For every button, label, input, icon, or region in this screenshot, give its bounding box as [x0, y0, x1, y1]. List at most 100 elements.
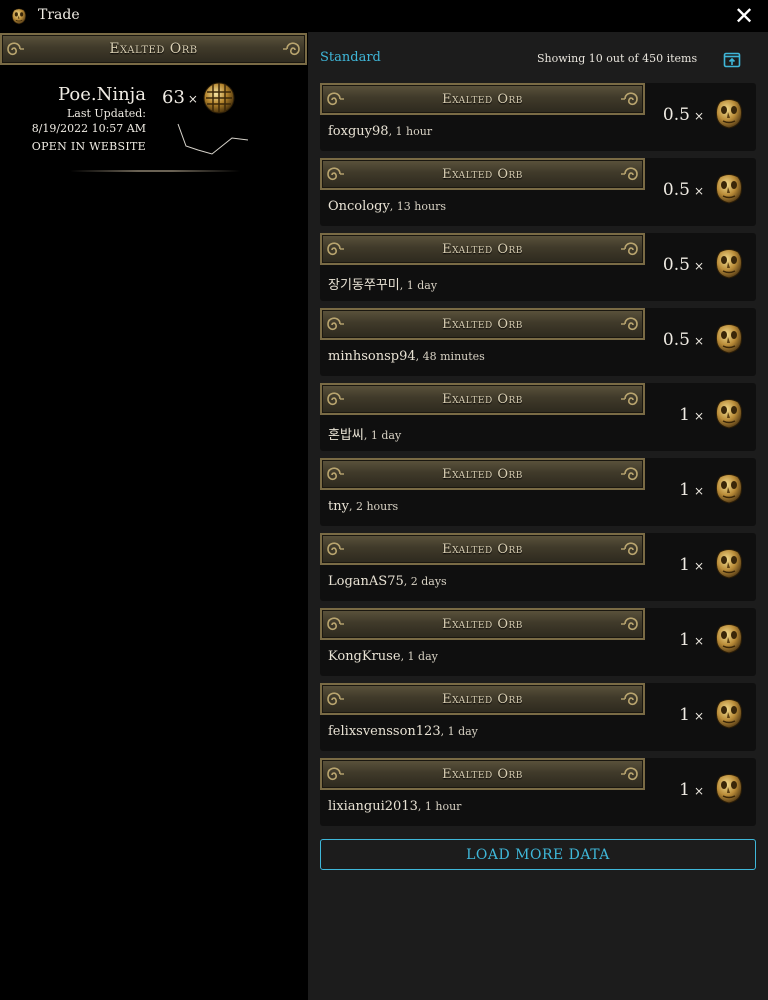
- amount-suffix: ×: [693, 634, 704, 648]
- listing-age: , 1 day: [363, 429, 402, 442]
- ornament-left-icon: [324, 689, 344, 709]
- right-panel: Standard Showing 10 out of 450 items Exa…: [308, 32, 768, 1000]
- open-in-website-link[interactable]: OPEN IN WEBSITE: [0, 140, 146, 153]
- listing-age: , 48 minutes: [415, 350, 485, 363]
- listing-item-name: Exalted Orb: [442, 541, 523, 557]
- listing-row[interactable]: Exalted Orb lixiangui2013, 1 hour 1 ×: [320, 758, 756, 826]
- amount-suffix: ×: [693, 484, 704, 498]
- listing-seller: 장기동쭈꾸미, 1 day: [328, 274, 437, 293]
- league-selector[interactable]: Standard: [320, 50, 381, 65]
- seller-name: LoganAS75: [328, 574, 404, 589]
- listing-seller: tny, 2 hours: [328, 499, 398, 514]
- listing-amount: 1 ×: [679, 780, 704, 800]
- ornament-right-icon: [621, 89, 641, 109]
- amount-suffix: ×: [693, 559, 704, 573]
- listing-item-banner: Exalted Orb: [320, 308, 645, 340]
- ninja-name: Poe.Ninja: [57, 84, 146, 105]
- listing-amount: 1 ×: [679, 405, 704, 425]
- listing-item-banner: Exalted Orb: [320, 158, 645, 190]
- last-updated-date: 8/19/2022 10:57 AM: [31, 122, 146, 135]
- ornament-right-icon: [621, 389, 641, 409]
- ornament-left-icon: [4, 39, 24, 59]
- listing-item-name: Exalted Orb: [442, 391, 523, 407]
- exalted-orb-icon: [712, 396, 746, 430]
- listing-amount: 0.5 ×: [663, 180, 704, 200]
- chaos-orb-icon: [201, 80, 237, 116]
- listing-age: , 1 day: [399, 279, 438, 292]
- ornament-left-icon: [324, 314, 344, 334]
- amount-suffix: ×: [693, 184, 704, 198]
- ornament-left-icon: [324, 389, 344, 409]
- listing-row[interactable]: Exalted Orb 혼밥씨, 1 day 1 ×: [320, 383, 756, 451]
- listing-row[interactable]: Exalted Orb Oncology, 13 hours 0.5 ×: [320, 158, 756, 226]
- divider: [70, 170, 240, 172]
- amount-value: 1: [679, 480, 690, 500]
- listing-row[interactable]: Exalted Orb foxguy98, 1 hour 0.5 ×: [320, 83, 756, 151]
- exalted-orb-icon: [712, 96, 746, 130]
- results-count: Showing 10 out of 450 items: [537, 52, 698, 65]
- amount-value: 0.5: [662, 105, 690, 125]
- seller-name: minhsonsp94: [328, 349, 416, 364]
- ornament-right-icon: [621, 239, 641, 259]
- listing-item-banner: Exalted Orb: [320, 83, 645, 115]
- listing-item-banner: Exalted Orb: [320, 233, 645, 265]
- listing-amount: 0.5 ×: [663, 330, 704, 350]
- seller-name: lixiangui2013: [328, 799, 418, 814]
- amount-value: 0.5: [662, 255, 690, 275]
- listing-amount: 1 ×: [679, 555, 704, 575]
- listing-row[interactable]: Exalted Orb 장기동쭈꾸미, 1 day 0.5 ×: [320, 233, 756, 301]
- seller-name: tny: [328, 499, 349, 514]
- exalted-orb-icon: [712, 321, 746, 355]
- listing-row[interactable]: Exalted Orb felixsvensson123, 1 day 1 ×: [320, 683, 756, 751]
- listing-age: , 2 days: [403, 575, 447, 588]
- exalted-orb-icon: [712, 546, 746, 580]
- exalted-orb-icon: [712, 621, 746, 655]
- close-icon[interactable]: ✕: [732, 4, 756, 28]
- open-external-icon[interactable]: [723, 51, 741, 69]
- ornament-left-icon: [324, 239, 344, 259]
- listing-row[interactable]: Exalted Orb tny, 2 hours 1 ×: [320, 458, 756, 526]
- exalted-orb-icon: [712, 246, 746, 280]
- exalted-orb-icon: [712, 471, 746, 505]
- ornament-left-icon: [324, 539, 344, 559]
- listing-row[interactable]: Exalted Orb LoganAS75, 2 days 1 ×: [320, 533, 756, 601]
- listing-item-name: Exalted Orb: [442, 166, 523, 182]
- amount-value: 1: [679, 705, 690, 725]
- seller-name: felixsvensson123: [328, 724, 441, 739]
- listing-amount: 0.5 ×: [663, 105, 704, 125]
- listing-amount: 1 ×: [679, 480, 704, 500]
- ornament-right-icon: [621, 764, 641, 784]
- listing-item-banner: Exalted Orb: [320, 683, 645, 715]
- amount-suffix: ×: [693, 784, 704, 798]
- listing-item-name: Exalted Orb: [442, 91, 523, 107]
- listing-amount: 1 ×: [679, 705, 704, 725]
- amount-value: 0.5: [662, 330, 690, 350]
- listing-age: , 1 day: [440, 725, 478, 738]
- ninja-price: 63 ×: [162, 87, 198, 108]
- listing-row[interactable]: Exalted Orb KongKruse, 1 day 1 ×: [320, 608, 756, 676]
- item-banner: Exalted Orb: [0, 33, 307, 65]
- listing-item-banner: Exalted Orb: [320, 608, 645, 640]
- ornament-right-icon: [621, 614, 641, 634]
- amount-value: 0.5: [662, 180, 690, 200]
- listing-item-name: Exalted Orb: [442, 316, 523, 332]
- ornament-right-icon: [621, 464, 641, 484]
- listing-row[interactable]: Exalted Orb minhsonsp94, 48 minutes 0.5 ×: [320, 308, 756, 376]
- load-more-button[interactable]: LOAD MORE DATA: [320, 839, 756, 870]
- ninja-price-suffix: ×: [187, 92, 198, 106]
- seller-name: Oncology: [328, 199, 390, 214]
- ornament-right-icon: [621, 539, 641, 559]
- listing-age: , 1 hour: [417, 800, 462, 813]
- seller-name: foxguy98: [328, 124, 389, 139]
- ornament-left-icon: [324, 614, 344, 634]
- ornament-right-icon: [621, 314, 641, 334]
- ornament-right-icon: [283, 39, 303, 59]
- ornament-left-icon: [324, 764, 344, 784]
- listing-seller: 혼밥씨, 1 day: [328, 424, 401, 443]
- title-bar: Trade ✕: [0, 0, 768, 32]
- listing-item-name: Exalted Orb: [442, 766, 523, 782]
- listing-item-name: Exalted Orb: [442, 691, 523, 707]
- amount-value: 1: [679, 405, 690, 425]
- listing-item-banner: Exalted Orb: [320, 383, 645, 415]
- amount-value: 1: [679, 780, 690, 800]
